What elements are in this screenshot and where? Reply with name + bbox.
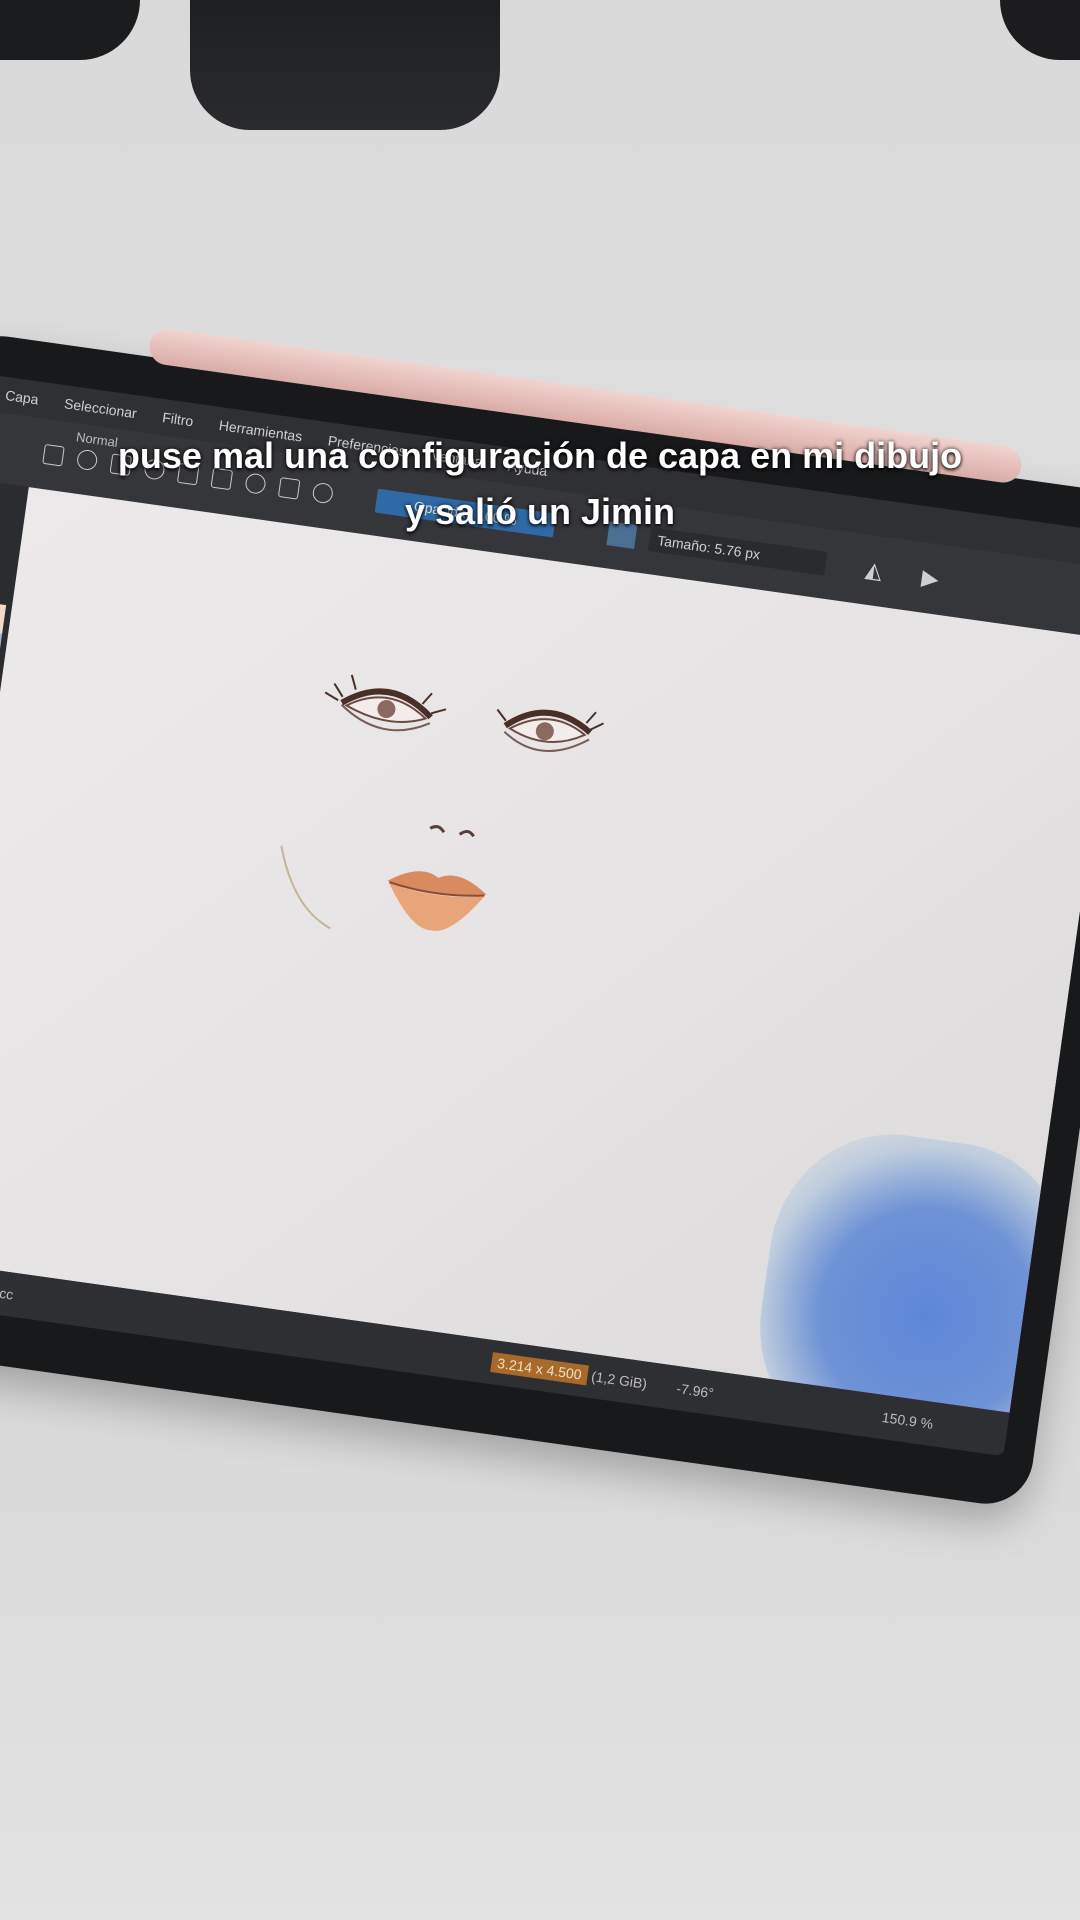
- jaw-sketch-line: [280, 845, 331, 930]
- dark-object: [0, 0, 140, 60]
- dark-device: [190, 0, 500, 130]
- drawing-canvas[interactable]: [0, 487, 1080, 1413]
- caption-line-2: y salió un Jimin: [404, 491, 676, 532]
- zoom-level[interactable]: 150.9 %: [881, 1409, 934, 1432]
- left-eye: [324, 674, 447, 732]
- mirror-icon[interactable]: ◭: [864, 556, 884, 584]
- video-caption: puse mal una configuración de capa en mi…: [0, 428, 1080, 540]
- nose: [429, 825, 475, 838]
- play-icon[interactable]: ▶: [920, 564, 940, 592]
- menu-item-filtro[interactable]: Filtro: [161, 409, 194, 429]
- menu-item-seleccionar[interactable]: Seleccionar: [63, 395, 138, 421]
- right-eye: [496, 708, 604, 752]
- image-memory: (1,2 GiB): [590, 1368, 649, 1392]
- photo-scene: Capa Seleccionar Filtro Herramientas Pre…: [0, 0, 1080, 1920]
- menu-item-capa[interactable]: Capa: [4, 387, 39, 408]
- image-dimensions: 3.214 x 4.500: [490, 1352, 589, 1386]
- lips: [387, 871, 487, 931]
- canvas-rotation: -7.96°: [675, 1380, 715, 1402]
- caption-line-1: puse mal una configuración de capa en mi…: [117, 435, 963, 476]
- dark-object: [1000, 0, 1080, 60]
- face-drawing: [280, 674, 604, 931]
